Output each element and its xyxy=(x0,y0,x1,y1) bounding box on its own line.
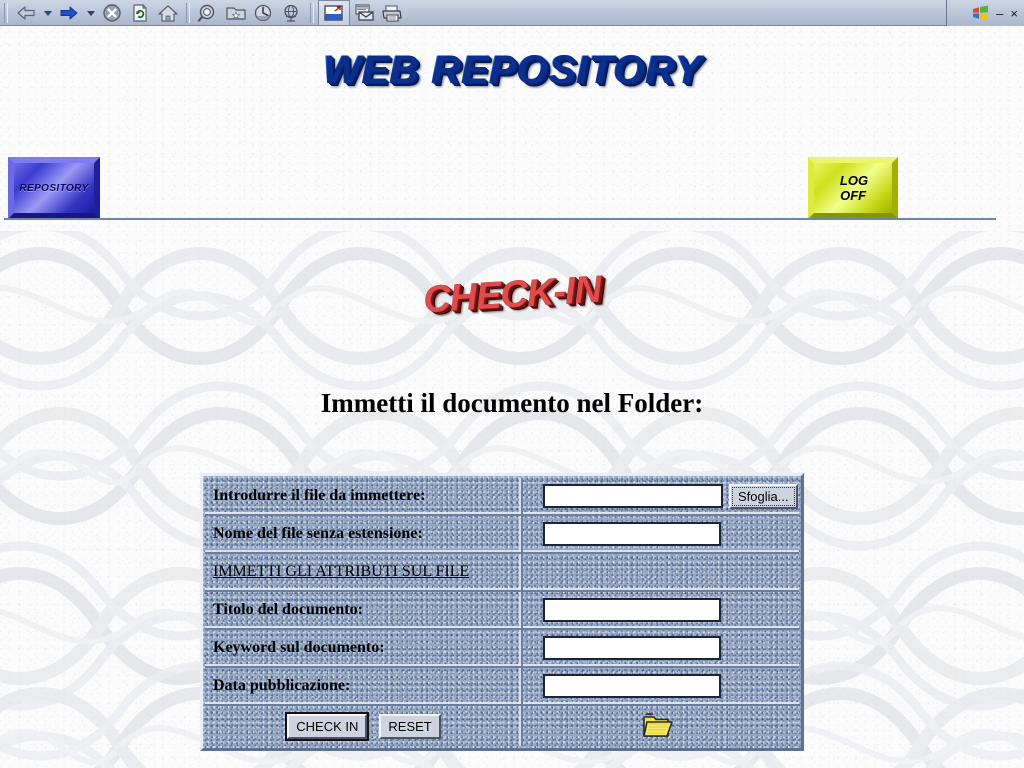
form-actions: CHECK IN RESET xyxy=(205,706,523,746)
search-icon xyxy=(197,4,215,22)
toolbar-separator xyxy=(4,2,8,23)
forward-button[interactable] xyxy=(55,1,83,25)
site-title: WEB REPOSITORY xyxy=(0,48,1024,93)
fullscreen-button[interactable] xyxy=(318,0,350,26)
page-title: Immetti il documento nel Folder: xyxy=(320,388,704,418)
refresh-button[interactable] xyxy=(126,1,154,25)
favorites-button[interactable] xyxy=(222,1,250,25)
field-titolo xyxy=(523,592,799,628)
field-file-da-immettere: Sfoglia... xyxy=(523,478,804,514)
back-dropdown[interactable] xyxy=(40,1,55,25)
channels-button[interactable] xyxy=(278,1,306,25)
label-data-pubblicazione: Data pubblicazione: xyxy=(205,668,523,704)
header-divider xyxy=(4,218,996,220)
checkin-form-table: Introdurre il file da immettere: Sfoglia… xyxy=(200,473,804,751)
chevron-down-icon xyxy=(86,10,95,16)
table-row: Introdurre il file da immettere: Sfoglia… xyxy=(205,478,799,516)
home-icon xyxy=(158,4,178,22)
checkin-submit-button[interactable]: CHECK IN xyxy=(287,713,368,739)
window-controls: – × xyxy=(946,0,1024,26)
forward-arrow-icon xyxy=(60,6,78,19)
repository-button-label: REPOSITORY xyxy=(19,182,89,194)
titolo-input[interactable] xyxy=(543,598,721,622)
table-row: Titolo del documento: xyxy=(205,592,799,630)
refresh-icon xyxy=(133,3,147,22)
label-nome-file: Nome del file senza estensione: xyxy=(205,516,523,552)
label-titolo: Titolo del documento: xyxy=(205,592,523,628)
printer-icon xyxy=(382,4,402,22)
favorites-folder-icon xyxy=(226,6,246,20)
label-keyword: Keyword sul documento: xyxy=(205,630,523,666)
file-path-input[interactable] xyxy=(543,484,723,508)
search-button[interactable] xyxy=(194,1,222,25)
browse-button[interactable]: Sfoglia... xyxy=(729,483,798,509)
home-button[interactable] xyxy=(154,1,182,25)
page-content: WEB REPOSITORY REPOSITORY LOG OFF CHECK-… xyxy=(0,26,1024,768)
field-attributi-empty xyxy=(523,554,799,590)
print-button[interactable] xyxy=(378,1,406,25)
stop-icon xyxy=(103,3,121,22)
field-keyword xyxy=(523,630,799,666)
field-data-pubblicazione xyxy=(523,668,799,704)
table-row: Nome del file senza estensione: xyxy=(205,516,799,554)
mail-button[interactable] xyxy=(350,1,378,25)
chevron-down-icon xyxy=(43,10,52,16)
folder-cell xyxy=(523,706,799,746)
toolbar-separator xyxy=(186,2,190,23)
logoff-button[interactable]: LOG OFF xyxy=(808,157,898,219)
back-arrow-icon xyxy=(17,5,35,20)
windows-logo-icon xyxy=(973,5,989,21)
minimize-button[interactable]: – xyxy=(996,7,1003,20)
logoff-button-label-line2: OFF xyxy=(840,188,867,203)
repository-button[interactable]: REPOSITORY xyxy=(8,157,100,219)
forward-dropdown[interactable] xyxy=(83,1,98,25)
table-row: IMMETTI GLI ATTRIBUTI SUL FILE xyxy=(205,554,799,592)
stop-button[interactable] xyxy=(98,1,126,25)
open-folder-icon[interactable] xyxy=(641,711,675,741)
close-button[interactable]: × xyxy=(1010,7,1018,20)
filename-input[interactable] xyxy=(543,522,721,546)
history-button[interactable] xyxy=(250,1,278,25)
back-button[interactable] xyxy=(12,1,40,25)
table-row: Data pubblicazione: xyxy=(205,668,799,706)
label-file-da-immettere: Introdurre il file da immettere: xyxy=(205,478,523,514)
history-clock-icon xyxy=(254,4,272,21)
reset-button[interactable]: RESET xyxy=(379,713,441,739)
attributi-link[interactable]: IMMETTI GLI ATTRIBUTI SUL FILE xyxy=(213,563,469,581)
fullscreen-icon xyxy=(324,4,343,21)
toolbar-separator xyxy=(310,2,314,23)
label-attributi: IMMETTI GLI ATTRIBUTI SUL FILE xyxy=(205,554,523,590)
table-row-actions: CHECK IN RESET xyxy=(205,706,799,746)
mail-icon xyxy=(355,3,374,21)
section-wordmark: CHECK-IN xyxy=(421,268,602,322)
logoff-button-label-line1: LOG xyxy=(839,173,869,188)
browser-toolbar: – × xyxy=(0,0,1024,26)
channels-globe-icon xyxy=(284,4,298,22)
field-nome-file xyxy=(523,516,799,552)
table-row: Keyword sul documento: xyxy=(205,630,799,668)
data-pubblicazione-input[interactable] xyxy=(543,674,721,698)
keyword-input[interactable] xyxy=(543,636,721,660)
